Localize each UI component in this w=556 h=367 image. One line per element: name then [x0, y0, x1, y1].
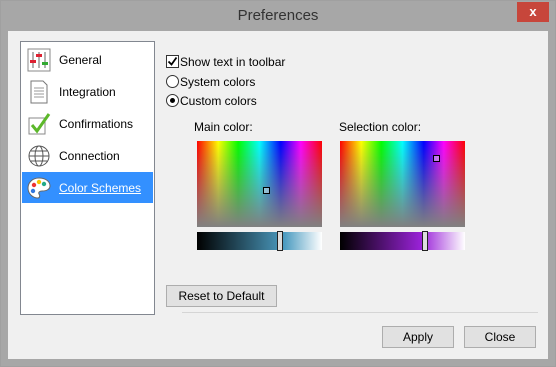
system-colors-label[interactable]: System colors	[180, 75, 255, 89]
sidebar-item-integration[interactable]: Integration	[22, 76, 153, 107]
system-colors-radio[interactable]	[166, 75, 179, 88]
selection-color-spectrum[interactable]	[340, 141, 465, 227]
sidebar-item-color-schemes[interactable]: Color Schemes	[22, 172, 153, 203]
show-text-label[interactable]: Show text in toolbar	[180, 55, 285, 69]
selection-color-slider[interactable]	[340, 231, 465, 251]
close-button[interactable]: Close	[464, 326, 536, 348]
checkmark-icon	[27, 112, 51, 136]
checkmark-icon	[167, 56, 178, 66]
custom-colors-label[interactable]: Custom colors	[180, 94, 257, 108]
sidebar-item-label: Confirmations	[59, 117, 134, 131]
sliders-icon	[27, 48, 51, 72]
sidebar-item-connection[interactable]: Connection	[22, 140, 153, 171]
main-color-spectrum[interactable]	[197, 141, 322, 227]
window-title: Preferences	[237, 7, 319, 24]
selection-color-slider-thumb[interactable]	[422, 231, 428, 251]
main-color-marker[interactable]	[263, 187, 270, 194]
sidebar-item-general[interactable]: General	[22, 44, 153, 75]
close-window-button[interactable]: x	[517, 2, 549, 22]
show-text-checkbox[interactable]	[166, 55, 179, 68]
sidebar-item-confirmations[interactable]: Confirmations	[22, 108, 153, 139]
reset-to-default-button[interactable]: Reset to Default	[166, 285, 277, 307]
palette-icon	[27, 176, 51, 200]
main-color-slider[interactable]	[197, 231, 322, 251]
selection-color-marker[interactable]	[433, 155, 440, 162]
preferences-window: Preferences x General Integration Confir…	[0, 0, 556, 367]
globe-icon	[27, 144, 51, 168]
category-list[interactable]: General Integration Confirmations Connec…	[20, 41, 155, 315]
sidebar-item-label: General	[59, 53, 102, 67]
dialog-body: General Integration Confirmations Connec…	[8, 31, 548, 359]
apply-button[interactable]: Apply	[382, 326, 454, 348]
selection-color-label: Selection color:	[339, 120, 422, 134]
custom-colors-radio[interactable]	[166, 94, 179, 107]
close-icon: x	[529, 4, 537, 19]
sidebar-item-label: Connection	[59, 149, 120, 163]
divider	[182, 312, 538, 313]
title-bar: Preferences x	[1, 1, 555, 31]
sidebar-item-label: Integration	[59, 85, 116, 99]
document-icon	[27, 80, 51, 104]
sidebar-item-label: Color Schemes	[59, 181, 142, 195]
main-color-slider-thumb[interactable]	[277, 231, 283, 251]
main-color-label: Main color:	[194, 120, 253, 134]
